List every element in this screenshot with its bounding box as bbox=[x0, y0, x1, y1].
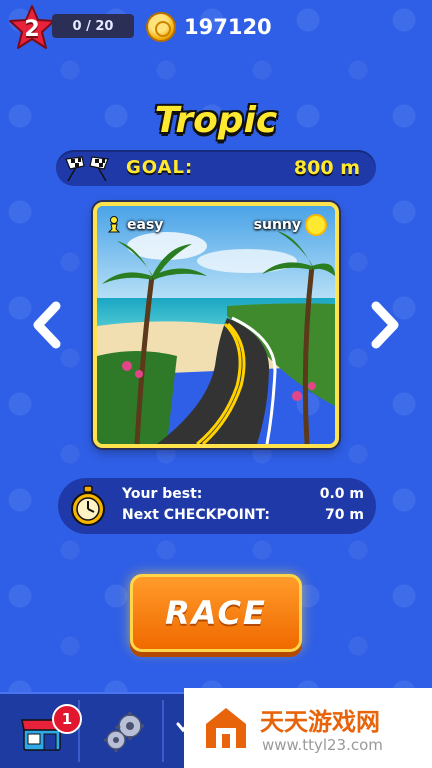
track-preview[interactable]: easy sunny bbox=[93, 202, 339, 448]
checkered-flags-icon bbox=[65, 156, 109, 182]
watermark-url: www.ttyl23.com bbox=[262, 736, 383, 754]
checkpoint-label: Next CHECKPOINT: bbox=[122, 507, 270, 523]
next-track-button[interactable] bbox=[364, 298, 404, 352]
checkpoint-value: 70 m bbox=[325, 507, 364, 523]
chevron-right-icon bbox=[371, 301, 399, 349]
goal-label: GOAL: bbox=[126, 157, 194, 178]
goal-panel: GOAL: 800 m bbox=[56, 150, 376, 186]
difficulty-label: easy bbox=[127, 217, 164, 233]
coin-balance: 197120 bbox=[184, 15, 272, 39]
previous-track-button[interactable] bbox=[28, 298, 68, 352]
pawn-icon bbox=[107, 216, 121, 233]
shop-notification-badge: 1 bbox=[52, 704, 82, 734]
site-watermark: 天天游戏网 www.ttyl23.com bbox=[184, 688, 432, 768]
watermark-title: 天天游戏网 bbox=[260, 708, 380, 736]
stopwatch-icon bbox=[71, 485, 105, 526]
race-button[interactable]: RACE bbox=[130, 574, 302, 652]
weather-badge: sunny bbox=[254, 216, 325, 234]
goal-value: 800 m bbox=[293, 157, 360, 179]
chevron-left-icon bbox=[33, 301, 61, 349]
weather-label: sunny bbox=[253, 217, 301, 233]
difficulty-badge: easy bbox=[107, 216, 163, 234]
settings-button[interactable] bbox=[84, 700, 164, 762]
track-scene-image bbox=[97, 206, 335, 444]
best-label: Your best: bbox=[122, 486, 203, 502]
gears-icon bbox=[104, 712, 144, 752]
watermark-logo-icon bbox=[206, 708, 246, 748]
xp-progress: 0 / 20 bbox=[52, 14, 134, 38]
best-value: 0.0 m bbox=[319, 486, 364, 502]
track-title: Tropic bbox=[154, 100, 278, 141]
stats-panel: Your best: 0.0 m Next CHECKPOINT: 70 m bbox=[58, 478, 376, 534]
player-level: 2 bbox=[24, 16, 40, 42]
shop-button[interactable]: 1 bbox=[6, 700, 82, 762]
sun-icon bbox=[307, 216, 325, 234]
coin-icon bbox=[146, 12, 176, 42]
